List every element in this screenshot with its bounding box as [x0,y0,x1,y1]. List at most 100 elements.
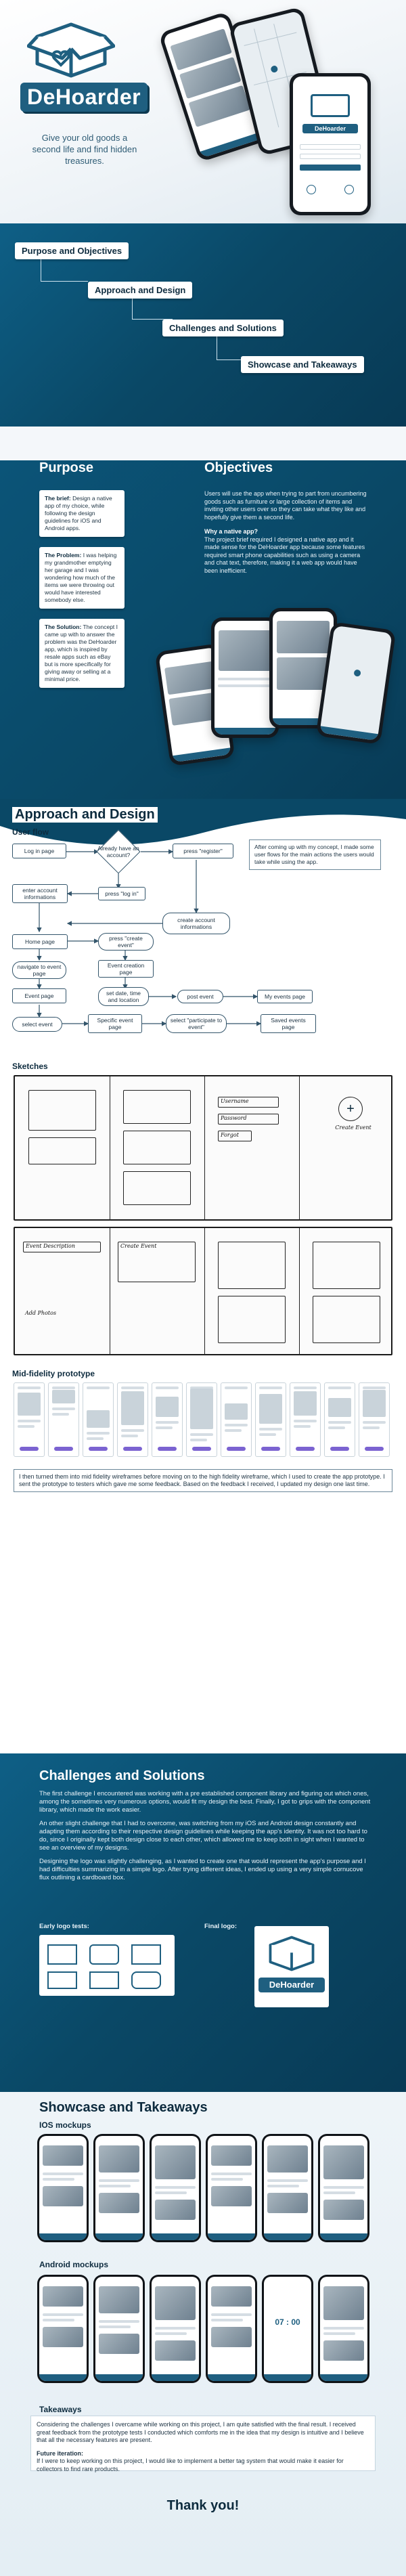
brief-label: The brief: [45,495,71,502]
midfi-wireframe [324,1382,355,1457]
final-logo-text: DeHoarder [258,1978,325,1992]
future-label: Future iteration: [37,2449,83,2457]
midfi-wireframe [117,1382,148,1457]
android-mockup-phone [150,2275,201,2383]
flow-enter-info: enter account informations [12,884,68,903]
ios-mockup-phone [37,2134,89,2242]
midfi-label: Mid-fidelity prototype [12,1369,95,1378]
solution-text: The concept I came up with to answer the… [45,624,118,682]
final-logo: DeHoarder [254,1926,329,2007]
challenges-title: Challenges and Solutions [39,1768,205,1783]
flow-specific-event: Specific event page [88,1014,142,1033]
midfi-wireframe [186,1382,217,1457]
sketch-sheet-1: Username Password Forgot Create Event + [14,1075,392,1221]
thank-you: Thank you! [166,2498,240,2513]
midfi-wireframe [255,1382,286,1457]
early-logo-tests [39,1935,175,1996]
flow-saved-events: Saved events page [261,1014,316,1033]
why-native-label: Why a native app? [204,528,258,535]
objectives-body: Users will use the app when trying to pa… [204,490,367,521]
android-mockups-label: Android mockups [39,2260,109,2269]
approach-section: Approach and Design User flow Log in pag… [0,799,406,1753]
final-logo-label: Final logo: [204,1923,238,1930]
brief-card: The brief: Design a native app of my cho… [39,490,125,537]
toc-item-purpose[interactable]: Purpose and Objectives [15,242,129,259]
plus-icon: + [338,1097,363,1121]
sketch-sheet-2: Event Description Add Photos Create Even… [14,1227,392,1355]
flow-my-events: My events page [257,990,313,1003]
box-heart-icon [269,1936,315,1971]
challenge-p3: Designing the logo was slightly challeng… [39,1858,366,1881]
approach-title: Approach and Design [12,807,158,823]
takeaways-box: Considering the challenges I overcame wh… [30,2416,376,2472]
problem-label: The Problem: [45,552,82,559]
android-mockup-phone [37,2275,89,2383]
takeaways-text: Considering the challenges I overcame wh… [37,2421,364,2443]
sketch-username: Username [218,1097,279,1108]
toc-item-approach[interactable]: Approach and Design [88,282,193,299]
ios-mockup-phone [150,2134,201,2242]
problem-text: I was helping my grandmother emptying he… [45,552,117,603]
problem-card: The Problem: I was helping my grandmothe… [39,547,125,609]
toc-section: Purpose and Objectives Approach and Desi… [0,223,406,427]
android-mockup-phone [93,2275,145,2383]
flow-already-account: Already have an account? [97,830,140,873]
sketch-create-event-2: Create Event [118,1242,196,1282]
challenges-section: Challenges and Solutions The first chall… [0,1753,406,2092]
flow-event-page: Event page [12,988,66,1003]
flow-press-create: press "create event" [98,933,154,951]
solution-card: The Solution: The concept I came up with… [39,619,125,688]
purpose-title: Purpose [39,460,94,475]
android-mockup-phone [206,2275,257,2383]
ios-mockup-phone [93,2134,145,2242]
flow-create-info: create account informations [162,913,230,934]
flow-login-page: Log in page [12,844,66,858]
toc-item-challenges[interactable]: Challenges and Solutions [162,320,284,336]
solution-label: The Solution: [45,624,82,630]
flow-note: After coming up with my concept, I made … [249,839,381,870]
brand-logo-text: DeHoarder [20,83,148,112]
flow-select-event: select event [12,1017,62,1032]
sketch-create-event: Create Event [335,1125,371,1131]
midfi-wireframe [14,1382,45,1457]
sketch-add-photos: Add Photos [25,1310,57,1316]
sketch-event-desc: Event Description [23,1242,101,1252]
why-native-body: The project brief required I designed a … [204,536,365,574]
hero-phone-login: DeHoarder [290,73,371,215]
brand-tagline: Give your old goods a second life and fi… [32,133,137,166]
flow-participate: select "participate to event" [166,1014,227,1033]
challenge-p1: The first challenge I encountered was wo… [39,1790,371,1814]
showcase-section: Showcase and Takeaways IOS mockups Andro… [0,2092,406,2576]
midfi-wireframe [221,1382,252,1457]
midfi-wireframe [359,1382,390,1457]
box-heart-icon [27,22,115,78]
midfi-wireframe [48,1382,79,1457]
sketches-label: Sketches [12,1062,48,1071]
objectives-text: Users will use the app when trying to pa… [204,490,367,575]
flow-navigate: navigate to event page [12,961,66,979]
early-logo-label: Early logo tests: [39,1923,89,1930]
midfi-note: I then turned them into mid fidelity wir… [14,1469,392,1492]
purpose-section: Purpose Objectives The brief: Design a n… [0,460,406,829]
flow-home-page: Home page [12,934,68,949]
ios-mockup-phone [318,2134,369,2242]
purpose-phone-2 [211,617,279,738]
user-flow-label: User flow [12,827,49,837]
challenges-body: The first challenge I encountered was wo… [39,1790,371,1882]
flow-press-register: press "register" [173,844,233,858]
objectives-title: Objectives [204,460,273,475]
midfi-wireframe [290,1382,321,1457]
challenge-p2: An other slight challenge that I had to … [39,1820,367,1852]
ios-mockup-phone [206,2134,257,2242]
hero-phone-logo: DeHoarder [302,124,358,133]
sketch-password: Password [218,1114,279,1125]
ios-mockups-label: IOS mockups [39,2120,91,2130]
showcase-title: Showcase and Takeaways [39,2100,208,2115]
toc-item-showcase[interactable]: Showcase and Takeaways [241,356,364,373]
android-mockup-phone [318,2275,369,2383]
midfi-wireframe [83,1382,114,1457]
hero-section: DeHoarder Give your old goods a second l… [0,0,406,223]
flow-post-event: post event [177,990,223,1003]
ios-mockup-phone [262,2134,313,2242]
midfi-wireframe [152,1382,183,1457]
